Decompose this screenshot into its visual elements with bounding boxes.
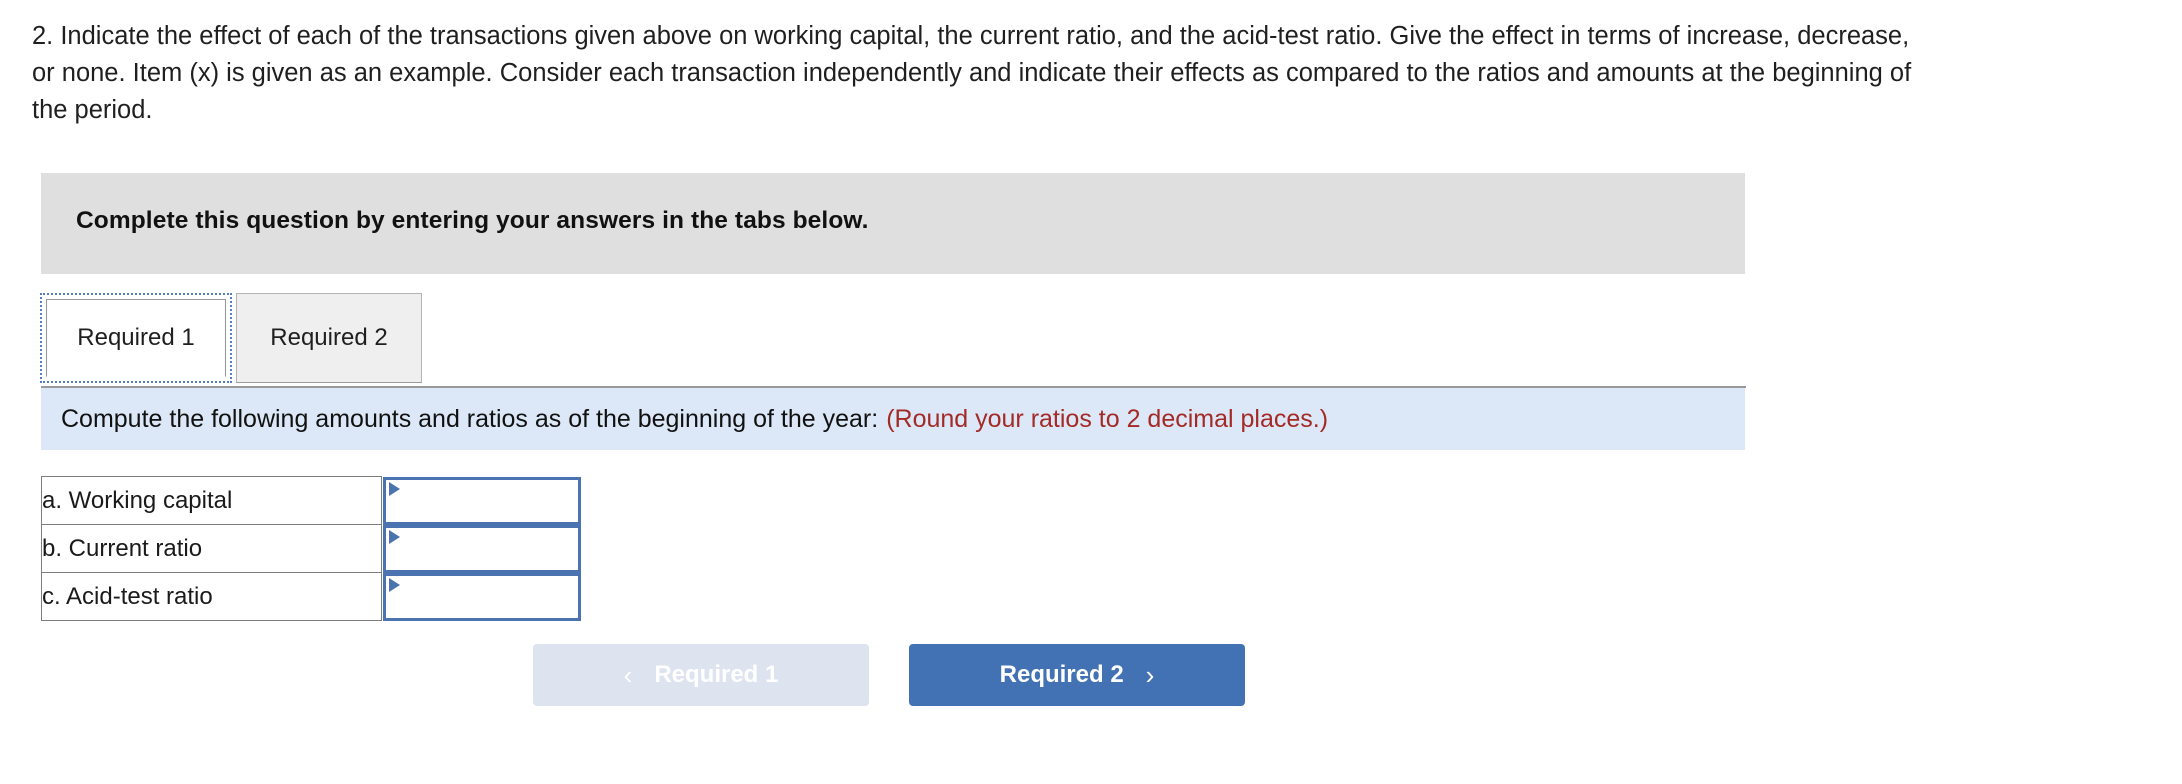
answer-input-cell-working-capital [382, 476, 586, 525]
navigation-buttons: ‹ Required 1 Required 2 › [533, 644, 1245, 706]
answer-input-box-current-ratio[interactable] [383, 524, 586, 573]
answer-label-current-ratio: b. Current ratio [41, 524, 382, 573]
current-ratio-input[interactable] [402, 531, 586, 570]
input-marker-triangle-icon [389, 577, 400, 592]
answer-input-box-acid-test-ratio[interactable] [383, 572, 586, 621]
table-row: b. Current ratio [41, 524, 586, 573]
answer-label-acid-test-ratio: c. Acid-test ratio [41, 572, 382, 621]
instruction-bar-text: Compute the following amounts and ratios… [41, 405, 1328, 434]
answer-input-box-working-capital[interactable] [383, 476, 586, 525]
tab-required-2[interactable]: Required 2 [236, 293, 422, 383]
acid-test-ratio-input[interactable] [402, 579, 586, 618]
instruction-main-text: Compute the following amounts and ratios… [61, 404, 879, 433]
answers-table-body: a. Working capital b. Current ratio c. A… [41, 476, 586, 621]
chevron-right-icon: › [1145, 660, 1155, 690]
complete-question-banner-text: Complete this question by entering your … [76, 207, 869, 234]
answer-input-cell-acid-test-ratio [382, 572, 586, 621]
next-required-2-label: Required 2 [999, 661, 1124, 688]
chevron-left-icon: ‹ [623, 660, 633, 690]
answers-table: a. Working capital b. Current ratio c. A… [41, 476, 586, 621]
prev-required-1-button[interactable]: ‹ Required 1 [533, 644, 869, 706]
tab-required-1[interactable]: Required 1 [40, 293, 232, 383]
table-row: a. Working capital [41, 476, 586, 525]
instruction-rounding-note: (Round your ratios to 2 decimal places.) [886, 404, 1329, 433]
instruction-bar: Compute the following amounts and ratios… [41, 388, 1745, 450]
working-capital-input[interactable] [402, 483, 586, 522]
tab-required-1-label: Required 1 [77, 324, 195, 351]
complete-question-banner: Complete this question by entering your … [41, 173, 1745, 274]
prev-required-1-label: Required 1 [654, 661, 779, 688]
tab-required-2-label: Required 2 [270, 324, 388, 351]
tab-strip: Required 1 Required 2 [40, 293, 1745, 388]
answer-label-working-capital: a. Working capital [41, 476, 382, 525]
next-required-2-button[interactable]: Required 2 › [909, 644, 1245, 706]
question-prompt: 2. Indicate the effect of each of the tr… [32, 22, 1912, 124]
answer-input-cell-current-ratio [382, 524, 586, 573]
table-row: c. Acid-test ratio [41, 572, 586, 621]
tab-required-1-inner: Required 1 [46, 299, 226, 377]
input-marker-triangle-icon [389, 529, 400, 544]
input-marker-triangle-icon [389, 481, 400, 496]
